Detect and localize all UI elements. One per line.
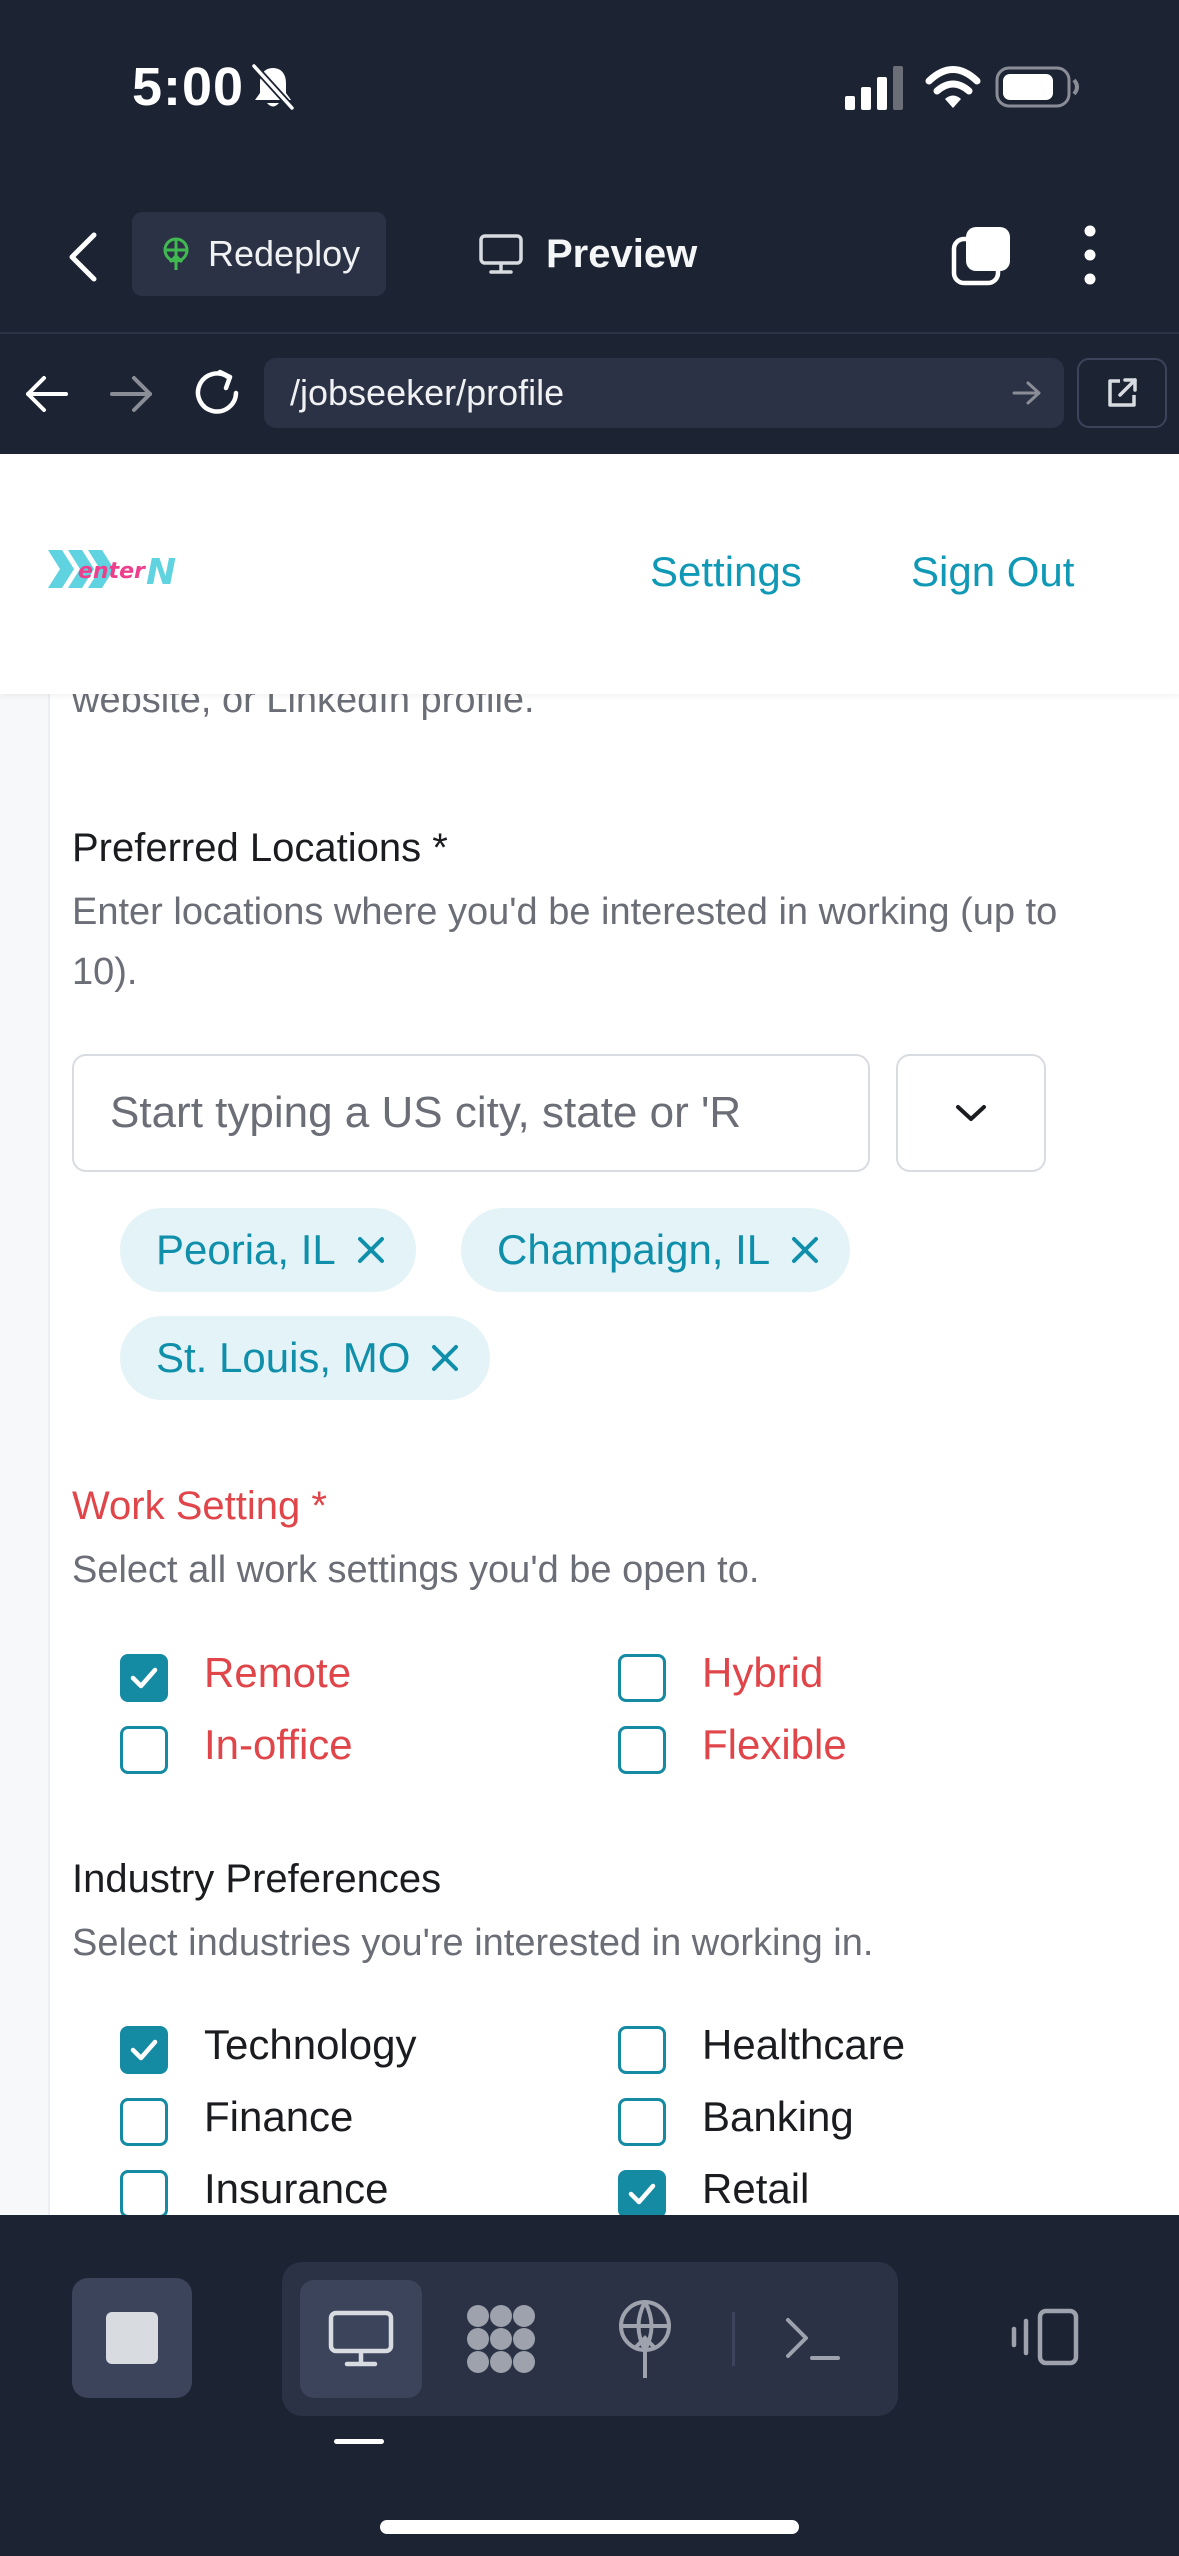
location-chip: Champaign, IL xyxy=(461,1208,851,1292)
flexible-checkbox[interactable] xyxy=(618,1726,666,1774)
preview-label: Preview xyxy=(546,231,698,276)
check-icon xyxy=(130,2039,158,2061)
chip-label: Champaign, IL xyxy=(497,1226,771,1273)
bottom-toolbar xyxy=(0,2215,1179,2556)
preferred-locations-title: Preferred Locations * xyxy=(72,826,448,870)
monitor-icon xyxy=(479,234,523,274)
preview-tab[interactable]: Preview xyxy=(478,222,697,286)
signal-icon xyxy=(845,66,903,110)
arrow-right-icon[interactable] xyxy=(1012,380,1042,406)
status-bar: 5:00 xyxy=(0,0,1179,175)
flexible-label[interactable]: Flexible xyxy=(702,1721,847,1769)
tool-divider xyxy=(732,2312,735,2366)
location-dropdown-button[interactable] xyxy=(896,1054,1046,1172)
check-icon xyxy=(628,2183,656,2205)
shell-icon[interactable] xyxy=(782,2310,842,2366)
tool-switcher xyxy=(282,2262,898,2416)
in-office-label[interactable]: In-office xyxy=(204,1721,353,1769)
enterN-logo[interactable]: enter N xyxy=(48,542,188,596)
work-setting-description: Select all work settings you'd be open t… xyxy=(72,1549,760,1591)
technology-label[interactable]: Technology xyxy=(204,2021,416,2069)
settings-link[interactable]: Settings xyxy=(650,548,802,596)
preferred-locations-description: Enter locations where you'd be intereste… xyxy=(72,891,1058,993)
stop-icon xyxy=(106,2312,158,2364)
webview-tool-button[interactable] xyxy=(300,2280,422,2398)
banking-checkbox[interactable] xyxy=(618,2098,666,2146)
redeploy-label: Redeploy xyxy=(208,233,361,274)
arrow-right-icon[interactable] xyxy=(106,372,156,416)
banking-label[interactable]: Banking xyxy=(702,2093,854,2141)
location-search-input[interactable]: Start typing a US city, state or 'R xyxy=(72,1054,870,1172)
wifi-icon xyxy=(925,66,981,108)
open-external-button[interactable] xyxy=(1077,358,1167,428)
healthcare-label[interactable]: Healthcare xyxy=(702,2021,905,2069)
svg-text:N: N xyxy=(146,552,176,593)
tabs-icon[interactable] xyxy=(950,225,1012,287)
remote-label[interactable]: Remote xyxy=(204,1649,351,1697)
location-chip: St. Louis, MO xyxy=(120,1316,491,1400)
bell-slash-icon xyxy=(251,63,295,111)
retail-label[interactable]: Retail xyxy=(702,2165,809,2213)
sign-out-link[interactable]: Sign Out xyxy=(911,548,1074,596)
web-preview: enter N Settings Sign Out website, or Li… xyxy=(0,454,1179,2215)
active-tool-indicator xyxy=(334,2439,384,2444)
finance-label[interactable]: Finance xyxy=(204,2093,353,2141)
insurance-checkbox[interactable] xyxy=(120,2170,168,2215)
retail-checkbox[interactable] xyxy=(618,2170,666,2215)
external-link-icon xyxy=(1108,378,1137,407)
healthcare-checkbox[interactable] xyxy=(618,2026,666,2074)
url-input[interactable]: /jobseeker/profile xyxy=(264,358,1064,428)
hybrid-checkbox[interactable] xyxy=(618,1654,666,1702)
location-chip: Peoria, IL xyxy=(120,1208,416,1292)
deploy-icon xyxy=(163,237,189,270)
home-indicator[interactable] xyxy=(380,2520,799,2534)
close-icon[interactable] xyxy=(430,1343,460,1373)
stop-button[interactable] xyxy=(72,2278,192,2398)
replit-toolbar: Redeploy Preview xyxy=(0,175,1179,330)
monitor-icon xyxy=(328,2310,394,2367)
url-text: /jobseeker/profile xyxy=(290,372,565,413)
remote-checkbox[interactable] xyxy=(120,1654,168,1702)
industry-preferences-description: Select industries you're interested in w… xyxy=(72,1922,874,1964)
chevron-down-icon xyxy=(956,1105,986,1121)
more-vertical-icon[interactable] xyxy=(1070,223,1110,287)
close-icon[interactable] xyxy=(356,1235,386,1265)
svg-text:enter: enter xyxy=(78,559,146,584)
close-icon[interactable] xyxy=(790,1235,820,1265)
hybrid-label[interactable]: Hybrid xyxy=(702,1649,823,1697)
extensions-icon[interactable] xyxy=(462,2300,540,2378)
deploy-icon[interactable] xyxy=(612,2298,678,2380)
status-time: 5:00 xyxy=(132,57,245,117)
reload-icon[interactable] xyxy=(190,366,244,420)
battery-icon xyxy=(995,66,1079,108)
industry-preferences-title: Industry Preferences xyxy=(72,1857,442,1901)
redeploy-button[interactable]: Redeploy xyxy=(132,212,386,296)
technology-checkbox[interactable] xyxy=(120,2026,168,2074)
site-header: enter N Settings Sign Out xyxy=(0,454,1179,694)
url-bar: /jobseeker/profile xyxy=(0,332,1179,452)
arrow-left-icon[interactable] xyxy=(22,372,72,416)
chip-label: Peoria, IL xyxy=(156,1226,336,1273)
work-setting-title: Work Setting * xyxy=(72,1484,327,1528)
in-office-checkbox[interactable] xyxy=(120,1726,168,1774)
check-icon xyxy=(130,1667,158,1689)
chip-label: St. Louis, MO xyxy=(156,1334,411,1381)
layout-toggle-icon[interactable] xyxy=(1010,2307,1080,2367)
back-chevron-icon[interactable] xyxy=(60,227,110,287)
insurance-label[interactable]: Insurance xyxy=(204,2165,388,2213)
finance-checkbox[interactable] xyxy=(120,2098,168,2146)
